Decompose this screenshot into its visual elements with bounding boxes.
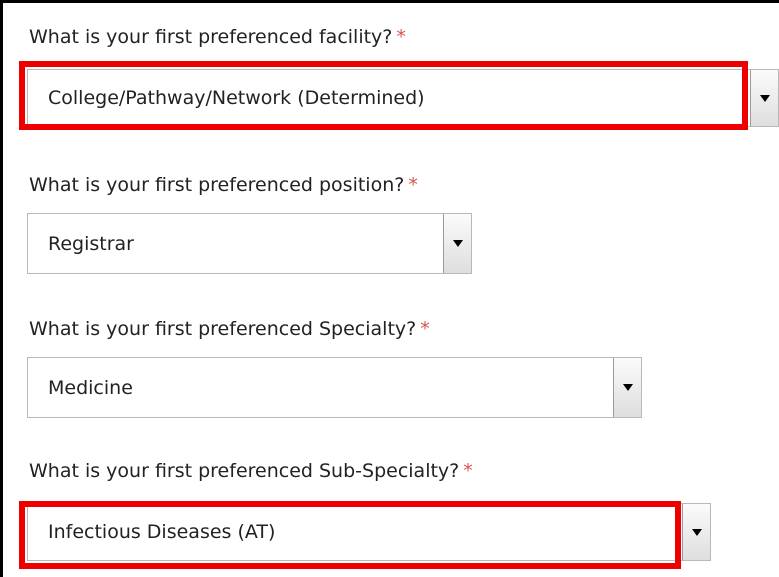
- chevron-down-icon: [759, 94, 770, 102]
- facility-dropdown-button[interactable]: [750, 70, 778, 126]
- chevron-down-icon: [691, 528, 702, 536]
- sub-specialty-label: What is your first preferenced Sub-Speci…: [29, 460, 460, 482]
- specialty-selected-value: Medicine: [48, 376, 133, 399]
- facility-question: What is your first preferenced facility?…: [29, 25, 406, 49]
- sub-specialty-selected-value: Infectious Diseases (AT): [48, 521, 276, 543]
- position-dropdown-button[interactable]: [443, 214, 471, 273]
- position-label: What is your first preferenced position?: [29, 174, 405, 196]
- required-marker: *: [420, 318, 430, 340]
- facility-selected-value: College/Pathway/Network (Determined): [48, 87, 425, 109]
- sub-specialty-question: What is your first preferenced Sub-Speci…: [29, 459, 473, 483]
- chevron-down-icon: [452, 240, 463, 247]
- specialty-label: What is your first preferenced Specialty…: [29, 318, 417, 340]
- facility-label: What is your first preferenced facility?: [29, 26, 393, 48]
- required-marker: *: [463, 460, 473, 482]
- position-question: What is your first preferenced position?…: [29, 173, 418, 197]
- specialty-question: What is your first preferenced Specialty…: [29, 317, 430, 341]
- specialty-dropdown-button[interactable]: [613, 358, 641, 417]
- sub-specialty-select[interactable]: Infectious Diseases (AT): [27, 503, 711, 561]
- facility-select[interactable]: College/Pathway/Network (Determined): [27, 69, 779, 127]
- chevron-down-icon: [622, 384, 633, 391]
- position-selected-value: Registrar: [48, 232, 134, 255]
- required-marker: *: [408, 174, 418, 196]
- specialty-select[interactable]: Medicine: [27, 357, 642, 418]
- required-marker: *: [396, 26, 406, 48]
- position-select[interactable]: Registrar: [27, 213, 472, 274]
- form-panel: What is your first preferenced facility?…: [0, 0, 779, 577]
- sub-specialty-dropdown-button[interactable]: [682, 504, 710, 560]
